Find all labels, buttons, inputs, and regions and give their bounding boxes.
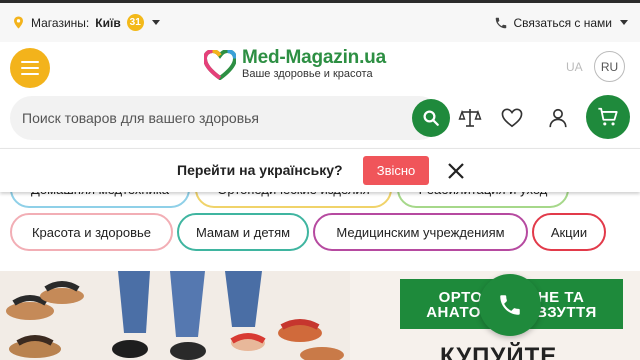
menu-button[interactable] (10, 48, 50, 88)
category-chip-beauty[interactable]: Красота и здоровье (10, 213, 173, 251)
banner-buy-text: КУПУЙТЕ (440, 343, 558, 360)
stores-label: Магазины: (31, 15, 90, 30)
contact-label: Связаться с нами (513, 15, 612, 30)
search-button[interactable] (412, 99, 450, 137)
heart-logo-icon (204, 49, 236, 80)
phone-icon (500, 295, 520, 315)
store-selector[interactable]: Магазины: Київ 31 (12, 14, 160, 31)
phone-icon (495, 17, 506, 28)
search-row (0, 94, 640, 146)
category-chip-moms-kids[interactable]: Мамам и детям (177, 213, 309, 251)
language-prompt-question: Перейти на українську? (177, 162, 343, 178)
user-icon (549, 108, 567, 128)
location-pin-icon (14, 16, 23, 29)
menu-bar-icon (21, 61, 39, 63)
cart-icon (598, 107, 618, 126)
header: Med-Magazin.ua Ваше здоровье и красота U… (0, 42, 640, 94)
category-chip-medical-institutions[interactable]: Медицинским учреждениям (313, 213, 528, 251)
call-button[interactable] (479, 274, 541, 336)
account-button[interactable] (546, 106, 570, 130)
wishlist-button[interactable] (500, 106, 524, 130)
cart-button[interactable] (586, 95, 630, 139)
compare-button[interactable] (458, 106, 482, 130)
accept-language-button[interactable]: Звісно (363, 156, 429, 185)
scales-icon (458, 109, 482, 127)
menu-bar-icon (21, 73, 39, 75)
promo-banner[interactable]: ОРТОПЕДИЧНЕ ТА АНАТОМІЧНЕ ВЗУТТЯ КУПУЙТЕ (0, 271, 640, 360)
search-box (10, 96, 450, 140)
contact-selector[interactable]: Связаться с нами (494, 16, 628, 30)
menu-bar-icon (21, 67, 39, 69)
city-name: Київ (95, 15, 121, 30)
banner-photo (0, 271, 350, 360)
lang-ua-link[interactable]: UA (566, 60, 583, 74)
logo-title: Med-Magazin.ua (242, 47, 386, 68)
search-icon (423, 110, 439, 126)
chevron-down-icon (151, 20, 160, 25)
close-icon[interactable] (445, 160, 467, 182)
top-bar: Магазины: Київ 31 Связаться с нами (0, 0, 640, 42)
site-logo[interactable]: Med-Magazin.ua Ваше здоровье и красота (204, 48, 386, 81)
language-prompt-bar: Перейти на українську? Звісно (0, 148, 640, 192)
logo-subtitle: Ваше здоровье и красота (242, 68, 373, 80)
lang-ru-button[interactable]: RU (594, 51, 625, 82)
store-count-badge: 31 (126, 14, 144, 31)
heart-icon (501, 108, 523, 128)
chevron-down-icon (620, 20, 628, 25)
category-chip-sales[interactable]: Акции (532, 213, 606, 251)
search-input[interactable] (22, 96, 402, 140)
